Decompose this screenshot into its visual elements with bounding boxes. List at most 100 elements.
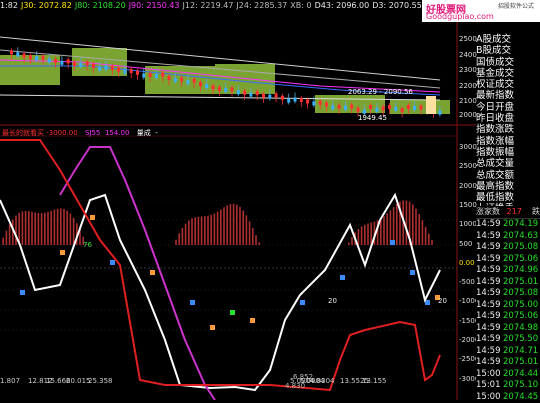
candle-body bbox=[35, 56, 38, 60]
index-menu-item[interactable]: 昨日收盘 bbox=[476, 113, 534, 124]
tick-row[interactable]: 14:592075.08 bbox=[476, 242, 540, 254]
tick-time: 14:59 bbox=[476, 231, 503, 243]
tick-price: 2075.06 bbox=[503, 254, 538, 266]
signal-dot bbox=[210, 325, 215, 330]
index-menu-item[interactable]: B股成交 bbox=[476, 45, 534, 56]
oscillator-header: 最长的就看买 -3000.00 SJ55: 154.00 量成: - bbox=[2, 128, 158, 138]
tick-time: 15:00 bbox=[476, 392, 503, 403]
index-menu-item[interactable]: 总成交额 bbox=[476, 170, 534, 181]
tick-row[interactable]: 14:592075.01 bbox=[476, 357, 540, 369]
tick-time: 15:01 bbox=[476, 380, 503, 392]
tick-row[interactable]: 14:592075.00 bbox=[476, 300, 540, 312]
bottom-value-label: 20.015 bbox=[66, 377, 91, 385]
tick-price: 2074.63 bbox=[503, 231, 538, 243]
indicator-value: J24: 2285.37 bbox=[236, 1, 287, 10]
index-menu-item[interactable]: 最高指数 bbox=[476, 181, 534, 192]
tick-time: 14:59 bbox=[476, 311, 503, 323]
candle-body bbox=[287, 99, 290, 103]
candle-body bbox=[155, 74, 158, 78]
tick-price: 2074.45 bbox=[503, 392, 538, 403]
tick-row[interactable]: 14:592074.96 bbox=[476, 265, 540, 277]
candle-body bbox=[350, 104, 353, 108]
index-menu-item[interactable]: 指数涨跌 bbox=[476, 124, 534, 135]
candle-body bbox=[407, 105, 410, 109]
tick-row[interactable]: 15:002074.45 bbox=[476, 392, 540, 403]
candle-body bbox=[281, 96, 284, 100]
signal-dot bbox=[20, 290, 25, 295]
candle-body bbox=[338, 105, 341, 109]
tick-price: 2075.08 bbox=[503, 288, 538, 300]
osc-title: 最长的就看买 bbox=[2, 129, 44, 137]
tick-price: 2075.01 bbox=[503, 277, 538, 289]
index-menu-item[interactable]: 指数振幅 bbox=[476, 147, 534, 158]
candle-body bbox=[193, 79, 196, 83]
watermark-subtitle: 招股软件公式 bbox=[498, 1, 534, 10]
index-menu[interactable]: A股成交B股成交国债成交基金成交权证成交最新指数今日开盘昨日收盘指数涨跌指数涨幅… bbox=[476, 34, 534, 215]
tick-row[interactable]: 14:592075.06 bbox=[476, 254, 540, 266]
tick-panel[interactable]: 涨家数 217 跌 14:592074.1914:592074.6314:592… bbox=[476, 206, 540, 400]
osc-label-2: SJ55 bbox=[85, 129, 100, 137]
tick-time: 14:59 bbox=[476, 334, 503, 346]
osc-label: 76 bbox=[83, 241, 92, 249]
tick-row[interactable]: 14:592075.06 bbox=[476, 311, 540, 323]
candle-body bbox=[262, 94, 265, 98]
index-menu-item[interactable]: 最低指数 bbox=[476, 192, 534, 203]
tick-row[interactable]: 15:002074.44 bbox=[476, 369, 540, 381]
candle-body bbox=[23, 54, 26, 58]
signal-dot bbox=[340, 275, 345, 280]
tick-price: 2074.98 bbox=[503, 323, 538, 335]
tick-price: 2075.10 bbox=[503, 380, 538, 392]
tick-time: 14:59 bbox=[476, 323, 503, 335]
price-low-annotation: 1949.45 bbox=[358, 114, 387, 122]
candle-body bbox=[117, 68, 120, 72]
tick-row[interactable]: 14:592074.71 bbox=[476, 346, 540, 358]
candle-body bbox=[231, 88, 234, 92]
osc-label-3: 量成 bbox=[137, 129, 151, 137]
osc-label: 20 bbox=[438, 297, 447, 305]
index-menu-item[interactable]: 今日开盘 bbox=[476, 102, 534, 113]
signal-dot bbox=[230, 310, 235, 315]
candle-body bbox=[98, 67, 101, 71]
osc-axis-label: -500 bbox=[459, 278, 475, 286]
candle-body bbox=[180, 77, 183, 81]
tick-row[interactable]: 14:592075.08 bbox=[476, 288, 540, 300]
bottom-value-label: 4.8304 bbox=[310, 377, 335, 385]
candle-body bbox=[243, 91, 246, 95]
index-menu-item[interactable]: 指数涨幅 bbox=[476, 136, 534, 147]
tick-price: 2075.00 bbox=[503, 300, 538, 312]
candle-body bbox=[79, 63, 82, 67]
candle-body bbox=[420, 106, 423, 110]
index-menu-item[interactable]: A股成交 bbox=[476, 34, 534, 45]
indicator-value: J90: 2150.43 bbox=[129, 1, 180, 10]
tick-header: 涨家数 217 跌 bbox=[476, 206, 540, 219]
candle-body bbox=[168, 76, 171, 80]
candle-body bbox=[123, 70, 126, 74]
candle-body bbox=[161, 73, 164, 77]
index-menu-item[interactable]: 基金成交 bbox=[476, 68, 534, 79]
bottom-value-label: 25.358 bbox=[88, 377, 113, 385]
candle-body bbox=[29, 55, 32, 59]
tick-list[interactable]: 14:592074.1914:592074.6314:592075.0814:5… bbox=[476, 219, 540, 403]
index-menu-item[interactable]: 国债成交 bbox=[476, 57, 534, 68]
tick-row[interactable]: 15:012075.10 bbox=[476, 380, 540, 392]
index-menu-item[interactable]: 总成交量 bbox=[476, 158, 534, 169]
index-menu-item[interactable]: 权证成交 bbox=[476, 79, 534, 90]
signal-dot bbox=[190, 300, 195, 305]
tick-row[interactable]: 14:592074.63 bbox=[476, 231, 540, 243]
candle-body bbox=[275, 93, 278, 97]
osc-value-3: - bbox=[155, 129, 158, 137]
candle-body bbox=[205, 84, 208, 88]
price-high-annotation: 2063.29 - 2090.56 bbox=[348, 88, 413, 96]
signal-dot bbox=[425, 300, 430, 305]
tick-price: 2074.71 bbox=[503, 346, 538, 358]
tick-row[interactable]: 14:592075.01 bbox=[476, 277, 540, 289]
tick-row[interactable]: 14:592074.98 bbox=[476, 323, 540, 335]
tick-price: 2075.01 bbox=[503, 357, 538, 369]
tick-row[interactable]: 14:592075.50 bbox=[476, 334, 540, 346]
candle-body bbox=[268, 95, 271, 99]
tick-row[interactable]: 14:592074.19 bbox=[476, 219, 540, 231]
tick-price: 2075.06 bbox=[503, 311, 538, 323]
tick-header-label: 涨家数 bbox=[476, 207, 500, 216]
index-menu-item[interactable]: 最新指数 bbox=[476, 90, 534, 101]
candle-body bbox=[130, 69, 133, 73]
